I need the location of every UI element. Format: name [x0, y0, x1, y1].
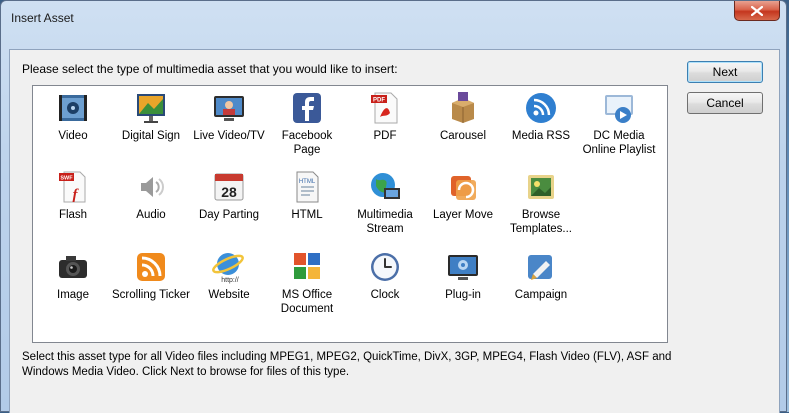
asset-label: Media RSS — [511, 130, 571, 142]
asset-item-live-video[interactable]: Live Video/TV — [189, 91, 269, 143]
asset-label: Scrolling Ticker — [112, 289, 190, 301]
html-doc-icon: HTML — [296, 171, 319, 203]
asset-label: Flash — [58, 209, 88, 221]
tv-icon — [214, 96, 244, 121]
asset-item-layer-move[interactable]: Layer Move — [423, 170, 503, 222]
window-title: Insert Asset — [11, 11, 74, 25]
asset-item-dc-media-playlist[interactable]: DC Media Online Playlist — [579, 91, 659, 157]
asset-item-clock[interactable]: Clock — [345, 250, 425, 302]
asset-item-ms-office[interactable]: MS Office Document — [267, 250, 347, 316]
asset-label: Digital Sign — [121, 130, 181, 142]
asset-item-plug-in[interactable]: Plug-in — [423, 250, 503, 302]
asset-label: MS Office Document — [280, 289, 334, 315]
asset-item-pdf[interactable]: PDF PDF — [345, 91, 425, 143]
svg-text:HTML: HTML — [299, 179, 316, 185]
asset-label: DC Media Online Playlist — [582, 130, 656, 156]
asset-label: HTML — [291, 209, 323, 221]
camera-icon — [59, 256, 87, 278]
asset-label: Plug-in — [445, 289, 481, 301]
asset-label: PDF — [373, 130, 397, 142]
asset-label: Carousel — [439, 130, 487, 142]
asset-label: Clock — [370, 289, 400, 301]
asset-item-video[interactable]: Video — [33, 91, 113, 143]
asset-item-browse-templates[interactable]: Browse Templates... — [501, 170, 581, 236]
asset-label: Facebook Page — [281, 130, 333, 156]
asset-item-image[interactable]: Image — [33, 250, 113, 302]
asset-item-facebook[interactable]: Facebook Page — [267, 91, 347, 157]
asset-description: Select this asset type for all Video fil… — [22, 351, 672, 378]
asset-item-multimedia-stream[interactable]: Multimedia Stream — [345, 170, 425, 236]
layer-move-icon — [451, 176, 476, 200]
pdf-icon: PDF — [371, 92, 398, 124]
campaign-icon — [528, 255, 552, 280]
asset-label: Live Video/TV — [193, 130, 265, 142]
asset-item-scrolling-ticker[interactable]: Scrolling Ticker — [111, 250, 191, 302]
video-film-icon — [59, 95, 87, 121]
asset-label: Video — [58, 130, 88, 142]
instruction-text: Please select the type of multimedia ass… — [22, 62, 398, 76]
asset-item-audio[interactable]: Audio — [111, 170, 191, 222]
asset-label: Campaign — [514, 289, 568, 301]
svg-text:http://: http:// — [221, 277, 239, 284]
carousel-box-icon — [452, 92, 474, 123]
asset-item-html[interactable]: HTML HTML — [267, 170, 347, 222]
asset-item-flash[interactable]: SWF f Flash — [33, 170, 113, 222]
asset-item-carousel[interactable]: Carousel — [423, 91, 503, 143]
rss-icon — [526, 93, 556, 123]
asset-label: Multimedia Stream — [357, 209, 413, 235]
ie-globe-icon: http:// — [212, 253, 244, 284]
asset-label: Audio — [136, 209, 166, 221]
templates-icon — [528, 175, 554, 199]
speaker-icon — [141, 177, 164, 197]
asset-item-campaign[interactable]: Campaign — [501, 250, 581, 302]
asset-label: Image — [57, 289, 89, 301]
asset-item-digital-sign[interactable]: Digital Sign — [111, 91, 191, 143]
asset-label: Layer Move — [432, 209, 494, 221]
svg-text:28: 28 — [221, 184, 237, 200]
svg-text:PDF: PDF — [373, 98, 385, 104]
office-icon — [294, 253, 320, 279]
digital-sign-icon — [137, 94, 165, 123]
facebook-icon — [293, 93, 321, 123]
clock-icon — [371, 253, 399, 281]
asset-item-website[interactable]: http:// Website — [189, 250, 269, 302]
asset-label: Browse Templates... — [510, 209, 572, 235]
ticker-icon — [137, 253, 165, 281]
plugin-icon — [448, 255, 478, 280]
cancel-button[interactable]: Cancel — [687, 92, 763, 114]
next-button[interactable]: Next — [687, 61, 763, 83]
playlist-icon — [605, 95, 633, 123]
asset-type-list[interactable]: Video Digital Sign Live Video/TV Faceboo… — [32, 85, 668, 343]
asset-item-media-rss[interactable]: Media RSS — [501, 91, 581, 143]
close-button[interactable] — [734, 1, 780, 21]
asset-label: Website — [208, 289, 250, 301]
close-icon — [751, 5, 763, 16]
asset-item-day-parting[interactable]: 28 Day Parting — [189, 170, 269, 222]
flash-icon: SWF f — [59, 171, 86, 203]
globe-stream-icon — [371, 173, 400, 199]
calendar-icon: 28 — [214, 173, 244, 201]
svg-text:SWF: SWF — [60, 176, 73, 182]
asset-label: Day Parting — [198, 209, 260, 221]
